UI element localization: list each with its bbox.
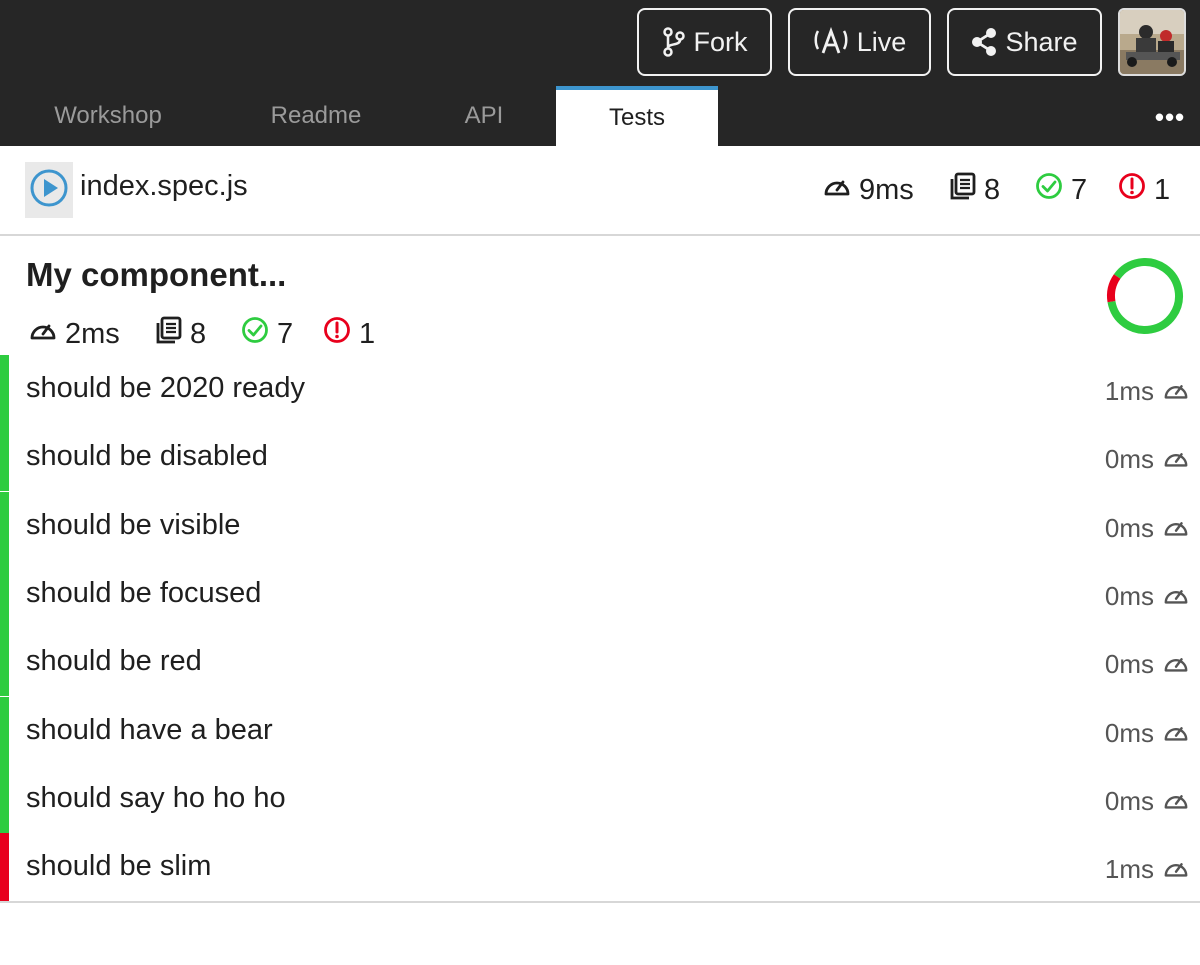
test-name: should be slim [26, 850, 212, 883]
speedometer-icon [1162, 719, 1190, 750]
test-row[interactable]: should say ho ho ho 0ms [0, 764, 1200, 833]
test-duration: 0ms [1104, 580, 1154, 611]
suite-failed-stat: 1 [322, 312, 375, 356]
test-status-bar [0, 559, 9, 628]
speedometer-icon [822, 171, 852, 209]
test-row[interactable]: should be disabled 0ms [0, 423, 1200, 492]
play-circle-icon [29, 168, 69, 213]
test-name: should be disabled [26, 440, 268, 473]
test-file-name: index.spec.js [80, 170, 248, 202]
file-duration-stat: 9ms [822, 168, 914, 212]
file-total-stat: 8 [949, 168, 1000, 212]
test-row[interactable]: should be 2020 ready 1ms [0, 355, 1200, 423]
file-passed-stat: 7 [1034, 168, 1087, 212]
test-name: should be focused [26, 576, 262, 609]
tab-workshop[interactable]: Workshop [40, 86, 176, 146]
check-circle-icon [1034, 171, 1064, 209]
file-duration: 9ms [859, 173, 914, 206]
test-row[interactable]: should be visible 0ms [0, 491, 1200, 560]
file-failed-count: 1 [1154, 173, 1171, 206]
suite-total-stat: 8 [155, 312, 206, 356]
suite-passed-count: 7 [277, 317, 294, 350]
suite-total-count: 8 [190, 317, 207, 350]
suite-duration: 2ms [65, 317, 120, 350]
speedometer-icon [28, 315, 58, 353]
git-branch-icon [662, 27, 686, 57]
suite-title: My component... [26, 256, 287, 293]
test-duration: 0ms [1104, 785, 1154, 816]
test-row[interactable]: should be red 0ms [0, 628, 1200, 697]
file-total-count: 8 [984, 173, 1001, 206]
fork-button-label: Fork [693, 26, 748, 57]
speedometer-icon [1162, 377, 1190, 408]
broadcast-icon [813, 27, 849, 57]
test-status-bar [0, 355, 9, 423]
file-passed-count: 7 [1071, 173, 1088, 206]
fork-button[interactable]: Fork [637, 8, 772, 76]
test-duration: 0ms [1104, 512, 1154, 543]
suite-duration-stat: 2ms [28, 312, 120, 356]
test-duration: 0ms [1104, 444, 1154, 475]
test-status-bar [0, 628, 9, 697]
suite-pass-ratio-donut [1107, 258, 1183, 334]
test-name: should be visible [26, 508, 241, 541]
test-name: should be 2020 ready [26, 372, 305, 404]
test-duration: 1ms [1104, 854, 1154, 885]
test-name: should have a bear [26, 713, 273, 746]
more-options-button[interactable]: ••• [1150, 102, 1190, 132]
suite-passed-stat: 7 [240, 312, 293, 356]
test-file-header: index.spec.js 9ms 8 7 1 [0, 146, 1200, 236]
run-tests-button[interactable] [25, 162, 73, 218]
test-status-bar [0, 423, 9, 492]
exclamation-circle-icon [1117, 171, 1147, 209]
speedometer-icon [1162, 787, 1190, 818]
test-row[interactable]: should be slim 1ms [0, 833, 1200, 902]
speedometer-icon [1162, 514, 1190, 545]
check-circle-icon [240, 315, 270, 353]
top-bar: Fork Live Share Workshop Readme API Test… [0, 0, 1200, 146]
avatar[interactable] [1118, 8, 1186, 76]
speedometer-icon [1162, 650, 1190, 681]
live-button[interactable]: Live [788, 8, 931, 76]
test-duration: 1ms [1104, 376, 1154, 406]
speedometer-icon [1162, 855, 1190, 886]
test-name: should say ho ho ho [26, 781, 286, 814]
tab-readme[interactable]: Readme [256, 86, 376, 146]
tests-list-icon [155, 315, 183, 353]
suite-failed-count: 1 [359, 317, 376, 350]
test-status-bar [0, 491, 9, 560]
share-button[interactable]: Share [947, 8, 1102, 76]
exclamation-circle-icon [322, 315, 352, 353]
speedometer-icon [1162, 445, 1190, 476]
test-row[interactable]: should have a bear 0ms [0, 696, 1200, 765]
test-duration: 0ms [1104, 649, 1154, 680]
file-failed-stat: 1 [1117, 168, 1170, 212]
share-icon [971, 27, 997, 57]
tab-api[interactable]: API [450, 86, 518, 146]
test-row[interactable]: should be focused 0ms [0, 559, 1200, 628]
tests-list-icon [949, 171, 977, 209]
speedometer-icon [1162, 582, 1190, 613]
share-button-label: Share [1005, 26, 1078, 57]
live-button-label: Live [856, 26, 907, 57]
test-status-bar [0, 764, 9, 833]
test-status-bar [0, 696, 9, 765]
test-status-bar [0, 833, 9, 902]
tab-tests[interactable]: Tests [556, 86, 718, 146]
test-duration: 0ms [1104, 717, 1154, 748]
divider [0, 901, 1200, 903]
test-name: should be red [26, 645, 202, 678]
